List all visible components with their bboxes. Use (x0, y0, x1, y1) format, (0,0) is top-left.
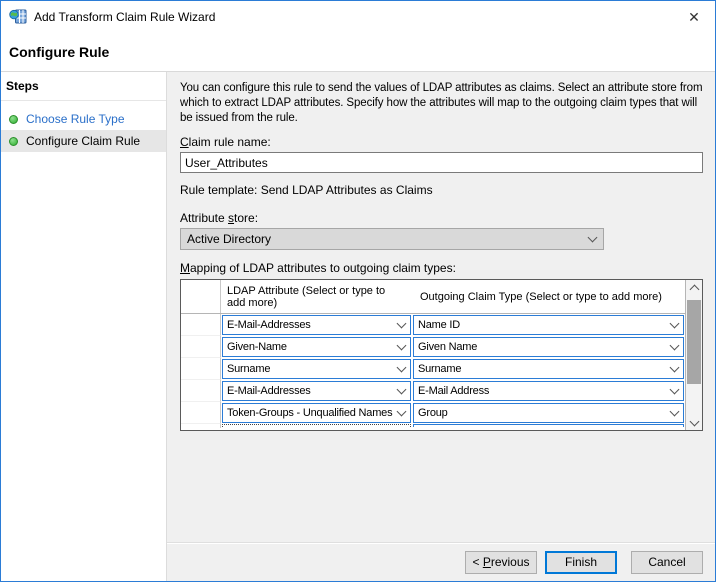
mapping-table: LDAP Attribute (Select or type to add mo… (180, 279, 703, 431)
chevron-down-icon (397, 385, 407, 395)
title-bar: Add Transform Claim Rule Wizard ✕ (1, 1, 715, 33)
table-row: E-Mail-Addresses Name ID (181, 314, 685, 336)
ldap-attribute-column-header: LDAP Attribute (Select or type to add mo… (221, 280, 412, 313)
adfs-wizard-icon (9, 9, 27, 25)
rule-template-text: Rule template: Send LDAP Attributes as C… (180, 183, 703, 198)
content-pane: You can configure this rule to send the … (167, 72, 715, 581)
outgoing-claim-combo[interactable]: Group (413, 403, 684, 423)
step-bullet-icon (9, 115, 18, 124)
step-label: Choose Rule Type (26, 112, 125, 126)
row-selector-cell[interactable] (181, 358, 221, 380)
partial-next-row (181, 424, 685, 428)
wizard-window: Add Transform Claim Rule Wizard ✕ Config… (0, 0, 716, 582)
close-icon: ✕ (688, 9, 700, 26)
ldap-attribute-combo[interactable]: Token-Groups - Unqualified Names (222, 403, 411, 423)
chevron-down-icon (397, 363, 407, 373)
sidebar-item-choose-rule-type[interactable]: Choose Rule Type (1, 108, 166, 130)
outgoing-claim-combo[interactable]: E-Mail Address (413, 381, 684, 401)
row-selector-cell (181, 424, 221, 428)
row-selector-header-cell (181, 280, 221, 313)
page-title: Configure Rule (9, 44, 109, 60)
page-header: Configure Rule (1, 33, 715, 72)
chevron-down-icon (670, 363, 680, 373)
outgoing-claim-combo[interactable]: Surname (413, 359, 684, 379)
sidebar-item-configure-claim-rule: Configure Claim Rule (1, 130, 166, 152)
chevron-down-icon (397, 407, 407, 417)
chevron-down-icon (670, 319, 680, 329)
scroll-up-button[interactable] (686, 280, 702, 295)
chevron-down-icon (670, 407, 680, 417)
table-scrollbar[interactable] (685, 280, 702, 430)
footer-button-bar: < Previous Finish Cancel (167, 542, 715, 581)
row-selector-cell[interactable] (181, 380, 221, 402)
scrollbar-thumb[interactable] (687, 300, 701, 384)
claim-rule-name-label: Claim rule name: (180, 135, 703, 150)
table-row: Token-Groups - Unqualified Names Group (181, 402, 685, 424)
step-bullet-icon (9, 137, 18, 146)
attribute-store-label: Attribute store: (180, 211, 703, 226)
mapping-table-header: LDAP Attribute (Select or type to add mo… (181, 280, 685, 314)
chevron-down-icon (588, 233, 598, 243)
rule-description: You can configure this rule to send the … (180, 81, 703, 126)
ldap-attribute-combo[interactable]: Surname (222, 359, 411, 379)
attribute-store-value: Active Directory (187, 232, 271, 246)
outgoing-claim-combo[interactable]: Given Name (413, 337, 684, 357)
scroll-down-button[interactable] (686, 415, 702, 430)
step-label: Configure Claim Rule (26, 134, 140, 148)
table-row: Surname Surname (181, 358, 685, 380)
finish-button[interactable]: Finish (545, 551, 617, 574)
window-title: Add Transform Claim Rule Wizard (34, 10, 673, 24)
chevron-down-icon (397, 341, 407, 351)
close-button[interactable]: ✕ (673, 1, 715, 33)
steps-title: Steps (1, 77, 166, 101)
chevron-down-icon (397, 319, 407, 329)
ldap-attribute-combo[interactable]: Given-Name (222, 337, 411, 357)
table-row: Given-Name Given Name (181, 336, 685, 358)
partial-ldap-combo (222, 424, 411, 427)
chevron-up-icon (689, 285, 699, 295)
table-row: E-Mail-Addresses E-Mail Address (181, 380, 685, 402)
row-selector-cell[interactable] (181, 314, 221, 336)
ldap-attribute-combo[interactable]: E-Mail-Addresses (222, 381, 411, 401)
cancel-button[interactable]: Cancel (631, 551, 703, 574)
chevron-down-icon (670, 385, 680, 395)
mapping-table-label: Mapping of LDAP attributes to outgoing c… (180, 261, 703, 276)
chevron-down-icon (689, 416, 699, 426)
row-selector-cell[interactable] (181, 336, 221, 358)
attribute-store-select[interactable]: Active Directory (180, 228, 604, 250)
claim-rule-name-input[interactable] (180, 152, 703, 173)
ldap-attribute-combo[interactable]: E-Mail-Addresses (222, 315, 411, 335)
outgoing-claim-combo[interactable]: Name ID (413, 315, 684, 335)
previous-button[interactable]: < Previous (465, 551, 537, 574)
outgoing-claim-column-header: Outgoing Claim Type (Select or type to a… (412, 280, 685, 313)
partial-claim-combo (413, 424, 684, 427)
chevron-down-icon (670, 341, 680, 351)
row-selector-cell[interactable] (181, 402, 221, 424)
steps-sidebar: Steps Choose Rule Type Configure Claim R… (1, 72, 167, 581)
